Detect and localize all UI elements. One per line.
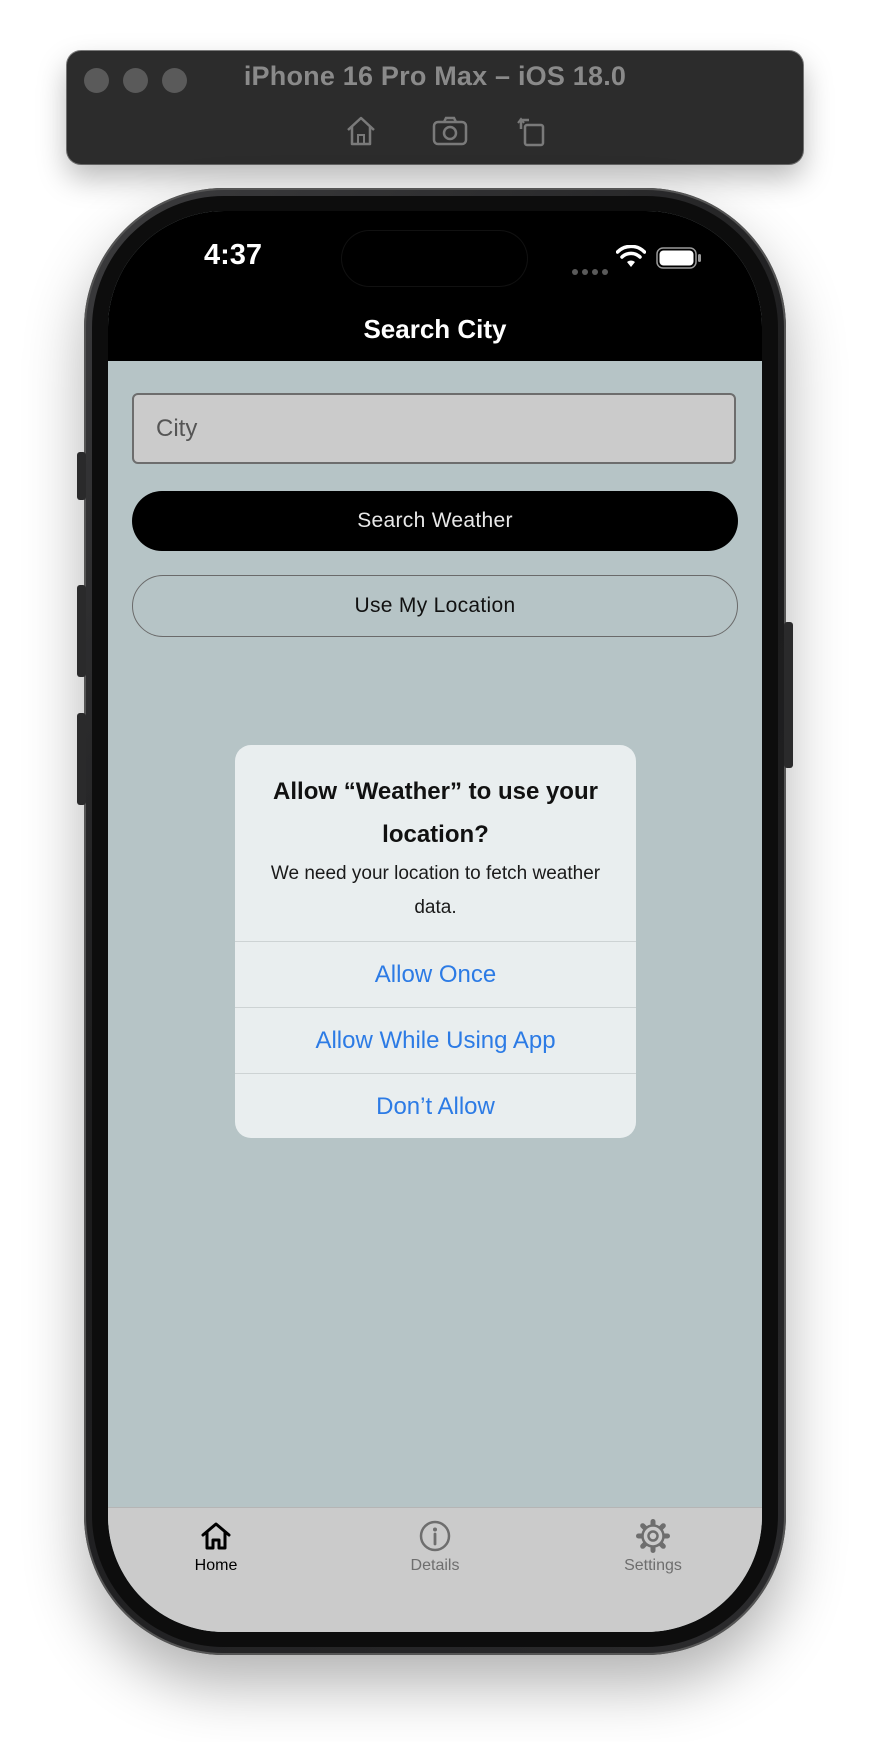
tab-details[interactable]: Details [360, 1518, 510, 1588]
rotate-icon[interactable] [512, 111, 552, 151]
city-input[interactable] [132, 393, 736, 464]
info-icon [417, 1518, 453, 1554]
tab-home[interactable]: Home [141, 1518, 291, 1588]
screenshot-icon[interactable] [430, 111, 470, 151]
signal-dots-icon [572, 263, 608, 281]
home-icon[interactable] [341, 111, 381, 151]
alert-title: Allow “Weather” to use your location? [273, 778, 598, 848]
gear-icon [635, 1518, 671, 1554]
volume-up-button[interactable] [77, 585, 86, 677]
tab-settings[interactable]: Settings [578, 1518, 728, 1588]
search-weather-button[interactable]: Search Weather [132, 491, 738, 551]
allow-while-using-app-button[interactable]: Allow While Using App [235, 1007, 636, 1074]
use-my-location-button[interactable]: Use My Location [132, 575, 738, 637]
wifi-icon [615, 244, 647, 274]
navigation-header: 4:37 Search City [108, 211, 762, 361]
volume-down-button[interactable] [77, 713, 86, 805]
tab-home-label: Home [194, 1557, 238, 1574]
side-power-button[interactable] [784, 622, 793, 768]
location-permission-alert: Allow “Weather” to use your location? We… [235, 745, 636, 1138]
allow-once-button[interactable]: Allow Once [235, 941, 636, 1008]
page-title: Search City [363, 314, 507, 344]
alert-message: We need your location to fetch weather d… [270, 863, 601, 918]
status-time: 4:37 [204, 239, 263, 271]
dont-allow-button[interactable]: Don’t Allow [235, 1073, 636, 1138]
simulator-root: iPhone 16 Pro Max – iOS 18.0 4:37 Search… [0, 0, 870, 1742]
action-button[interactable] [77, 452, 86, 500]
battery-icon [656, 247, 702, 274]
tab-bar: Home Details Settings [108, 1507, 762, 1632]
simulator-title-bar: iPhone 16 Pro Max – iOS 18.0 [67, 51, 803, 164]
home-icon [198, 1518, 234, 1554]
dynamic-island [342, 231, 527, 286]
tab-settings-label: Settings [624, 1557, 682, 1574]
app-screen: 4:37 Search City City Search Weather Use… [108, 211, 762, 1632]
simulator-title: iPhone 16 Pro Max – iOS 18.0 [243, 61, 627, 91]
tab-details-label: Details [410, 1557, 460, 1574]
